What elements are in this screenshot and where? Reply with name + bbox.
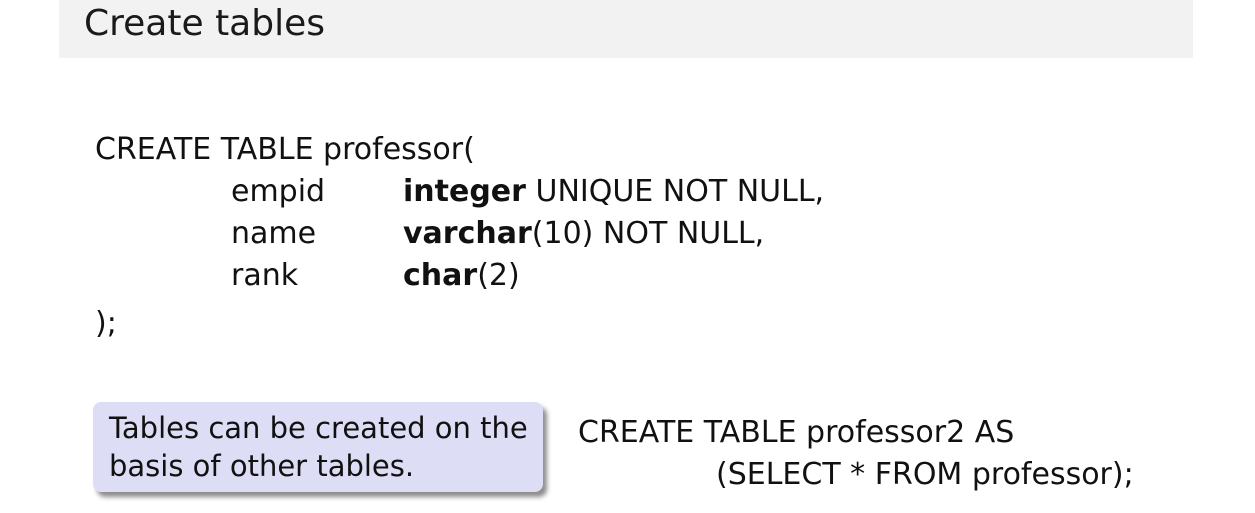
copy-table-line-2: (SELECT * FROM professor);	[716, 457, 1134, 492]
note-text: Tables can be created on the basis of ot…	[109, 409, 539, 485]
column-type-rank: char	[403, 258, 478, 293]
column-constraints-empid: UNIQUE NOT NULL,	[525, 174, 825, 209]
column-type-name: varchar	[403, 216, 532, 251]
note-box: Tables can be created on the basis of ot…	[93, 402, 543, 492]
column-def-empid: integer UNIQUE NOT NULL,	[403, 173, 824, 211]
column-constraints-name: (10) NOT NULL,	[531, 216, 765, 251]
column-type-empid: integer	[403, 174, 526, 209]
column-name-name: name	[231, 216, 317, 251]
create-table-header: CREATE TABLE professor(	[95, 132, 475, 167]
column-def-rank: char(2)	[403, 257, 520, 295]
column-name-empid: empid	[231, 174, 326, 209]
slide-title: Create tables	[84, 3, 325, 44]
note-line-1: Tables can be created on the	[109, 411, 528, 445]
copy-table-line-1: CREATE TABLE professor2 AS	[578, 415, 1015, 450]
column-constraints-rank: (2)	[477, 258, 520, 293]
column-def-name: varchar(10) NOT NULL,	[403, 215, 764, 253]
create-table-footer: );	[95, 306, 117, 341]
column-name-rank: rank	[231, 258, 299, 293]
note-line-2: basis of other tables.	[109, 449, 415, 483]
